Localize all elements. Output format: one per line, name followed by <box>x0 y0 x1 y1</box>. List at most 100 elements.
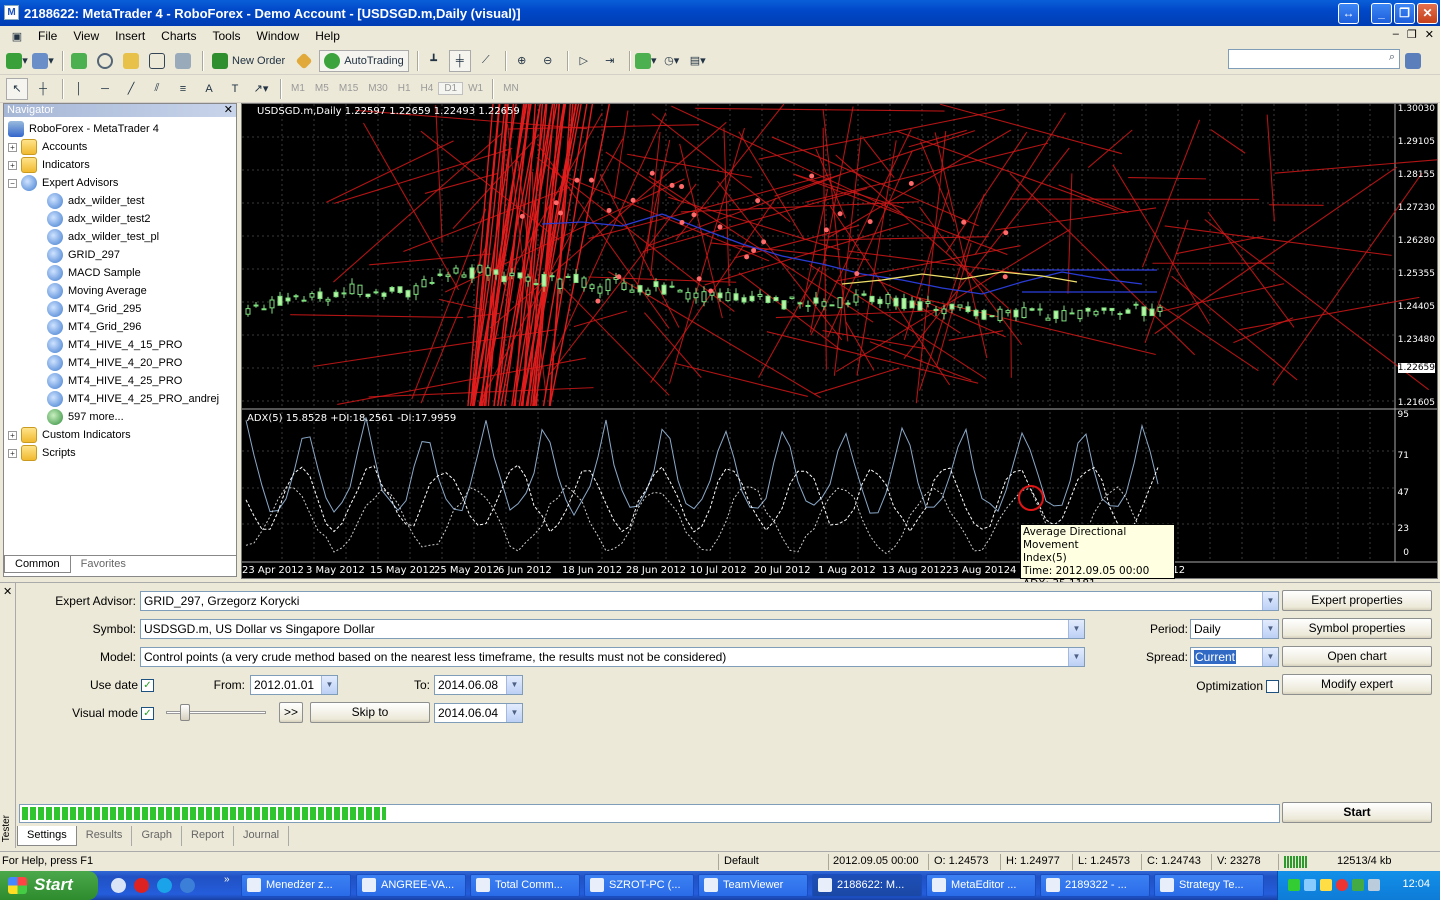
tray-security-icon[interactable] <box>1352 879 1364 891</box>
text-label-icon[interactable]: T <box>224 78 246 100</box>
timeframe-h1[interactable]: H1 <box>393 83 416 94</box>
expand-icon[interactable]: + <box>8 448 17 458</box>
timeframe-m1[interactable]: M1 <box>286 83 310 94</box>
new-order-button[interactable]: New Order <box>208 50 289 72</box>
navigator-close-icon[interactable]: ✕ <box>224 103 233 116</box>
chart-canvas[interactable] <box>242 104 1437 578</box>
community-icon[interactable] <box>1402 50 1424 72</box>
tree-expert-item[interactable]: MT4_HIVE_4_25_PRO_andrej <box>8 390 219 408</box>
quick-launch-teamviewer-icon[interactable] <box>180 878 195 893</box>
taskbar-task[interactable]: SZROT-PC (... <box>584 874 694 897</box>
tray-misc-icon[interactable] <box>1368 879 1380 891</box>
taskbar-task[interactable]: Total Comm... <box>470 874 580 897</box>
tray-alert-icon[interactable] <box>1336 879 1348 891</box>
tree-expert-advisors[interactable]: − Expert Advisors <box>8 174 219 192</box>
tree-expert-item[interactable]: Moving Average <box>8 282 219 300</box>
tree-expert-item[interactable]: MT4_HIVE_4_20_PRO <box>8 354 219 372</box>
chart-shift-icon[interactable]: ⇥ <box>599 50 621 72</box>
vertical-line-icon[interactable]: │ <box>68 78 90 100</box>
mdi-doc-icon[interactable]: ▣ <box>6 25 28 47</box>
arrows-menu-icon[interactable]: ↗▾ <box>250 78 272 100</box>
symbol-select[interactable]: USDSGD.m, US Dollar vs Singapore Dollar ▼ <box>140 619 1085 639</box>
tree-more[interactable]: 597 more... <box>8 408 219 426</box>
market-watch-icon[interactable] <box>68 50 90 72</box>
skip-to-button[interactable]: Skip to <box>310 702 430 723</box>
tree-accounts[interactable]: + Accounts <box>8 138 219 156</box>
dropdown-arrow-icon[interactable]: ▼ <box>506 704 522 722</box>
symbol-properties-button[interactable]: Symbol properties <box>1282 618 1432 639</box>
start-button-os[interactable]: Start <box>0 871 98 900</box>
tree-indicators[interactable]: + Indicators <box>8 156 219 174</box>
tree-expert-item[interactable]: MT4_Grid_296 <box>8 318 219 336</box>
model-select[interactable]: Control points (a very crude method base… <box>140 647 1085 667</box>
timeframe-m5[interactable]: M5 <box>310 83 334 94</box>
taskbar-task[interactable]: MetaEditor ... <box>926 874 1036 897</box>
candlestick-icon[interactable]: ╪ <box>448 49 471 72</box>
dropdown-arrow-icon[interactable]: ▼ <box>1262 592 1278 610</box>
strategy-tester-icon[interactable] <box>172 50 194 72</box>
dropdown-arrow-icon[interactable]: ▼ <box>1068 620 1084 638</box>
speed-slider-thumb[interactable] <box>180 704 190 721</box>
quick-launch-expand-icon[interactable]: » <box>224 874 230 885</box>
text-icon[interactable]: A <box>198 78 220 100</box>
tray-app-icon[interactable] <box>1288 879 1300 891</box>
tray-network-icon[interactable] <box>1304 879 1316 891</box>
from-date-picker[interactable]: 2012.01.01 ▼ <box>250 675 338 695</box>
dropdown-arrow-icon[interactable]: ▼ <box>1262 648 1278 666</box>
to-date-picker[interactable]: 2014.06.08 ▼ <box>434 675 523 695</box>
horizontal-line-icon[interactable]: ─ <box>94 78 116 100</box>
zoom-out-icon[interactable]: ⊖ <box>537 50 559 72</box>
tree-expert-item[interactable]: GRID_297 <box>8 246 219 264</box>
open-chart-button[interactable]: Open chart <box>1282 646 1432 667</box>
tree-expert-item[interactable]: MACD Sample <box>8 264 219 282</box>
tree-scripts[interactable]: + Scripts <box>8 444 219 462</box>
dropdown-arrow-icon[interactable]: ▼ <box>1068 648 1084 666</box>
profiles-icon[interactable]: ▾ <box>32 50 54 72</box>
optimization-checkbox[interactable] <box>1266 680 1279 693</box>
tree-expert-item[interactable]: adx_wilder_test2 <box>8 210 219 228</box>
tab-common[interactable]: Common <box>4 556 71 573</box>
crosshair-icon[interactable]: ┼ <box>32 78 54 100</box>
tab-report[interactable]: Report <box>182 826 235 846</box>
line-chart-icon[interactable]: ⟋ <box>475 50 497 72</box>
tree-expert-item[interactable]: MT4_Grid_295 <box>8 300 219 318</box>
zoom-in-icon[interactable]: ⊕ <box>511 50 533 72</box>
timeframe-h4[interactable]: H4 <box>416 83 439 94</box>
visual-mode-checkbox[interactable]: ✓ <box>141 707 154 720</box>
menu-view[interactable]: View <box>65 29 107 43</box>
timeframe-w1[interactable]: W1 <box>463 83 488 94</box>
spread-select[interactable]: Current ▼ <box>1190 647 1279 667</box>
dropdown-arrow-icon[interactable]: ▼ <box>1262 620 1278 638</box>
taskbar-task[interactable]: 2189322 - ... <box>1040 874 1150 897</box>
timeframe-m30[interactable]: M30 <box>363 83 392 94</box>
tester-close-icon[interactable]: ✕ <box>3 585 12 598</box>
taskbar-task[interactable]: 2188622: M... <box>812 874 922 897</box>
menu-help[interactable]: Help <box>307 29 348 43</box>
auto-scroll-icon[interactable]: ▷ <box>573 50 595 72</box>
menu-insert[interactable]: Insert <box>107 29 153 43</box>
trendline-icon[interactable]: ╱ <box>120 78 142 100</box>
skip-date-picker[interactable]: 2014.06.04 ▼ <box>434 703 523 723</box>
dropdown-arrow-icon[interactable]: ▼ <box>321 676 337 694</box>
cursor-icon[interactable]: ↖ <box>6 77 28 100</box>
tab-settings[interactable]: Settings <box>17 826 77 846</box>
autotrading-button[interactable]: AutoTrading <box>319 49 409 72</box>
timeframe-mn[interactable]: MN <box>498 83 524 94</box>
expand-icon[interactable]: + <box>8 142 17 152</box>
expert-advisor-select[interactable]: GRID_297, Grzegorz Korycki ▼ <box>140 591 1279 611</box>
fast-forward-button[interactable]: >> <box>279 702 303 723</box>
indicators-menu-icon[interactable]: ▾ <box>634 50 657 72</box>
tab-results[interactable]: Results <box>77 826 133 846</box>
expert-properties-button[interactable]: Expert properties <box>1282 590 1432 611</box>
quick-launch-ie-icon[interactable] <box>111 878 126 893</box>
expand-icon[interactable]: + <box>8 160 17 170</box>
menu-file[interactable]: File <box>30 29 65 43</box>
taskbar-task[interactable]: Strategy Te... <box>1154 874 1264 897</box>
restore-back-icon[interactable]: ↔ <box>1338 3 1359 24</box>
channel-icon[interactable]: ⫽ <box>146 78 168 100</box>
quick-launch-opera-icon[interactable] <box>134 878 149 893</box>
tab-journal[interactable]: Journal <box>234 826 290 846</box>
terminal-icon[interactable] <box>146 50 168 72</box>
tree-expert-item[interactable]: adx_wilder_test_pl <box>8 228 219 246</box>
collapse-icon[interactable]: − <box>8 178 17 188</box>
